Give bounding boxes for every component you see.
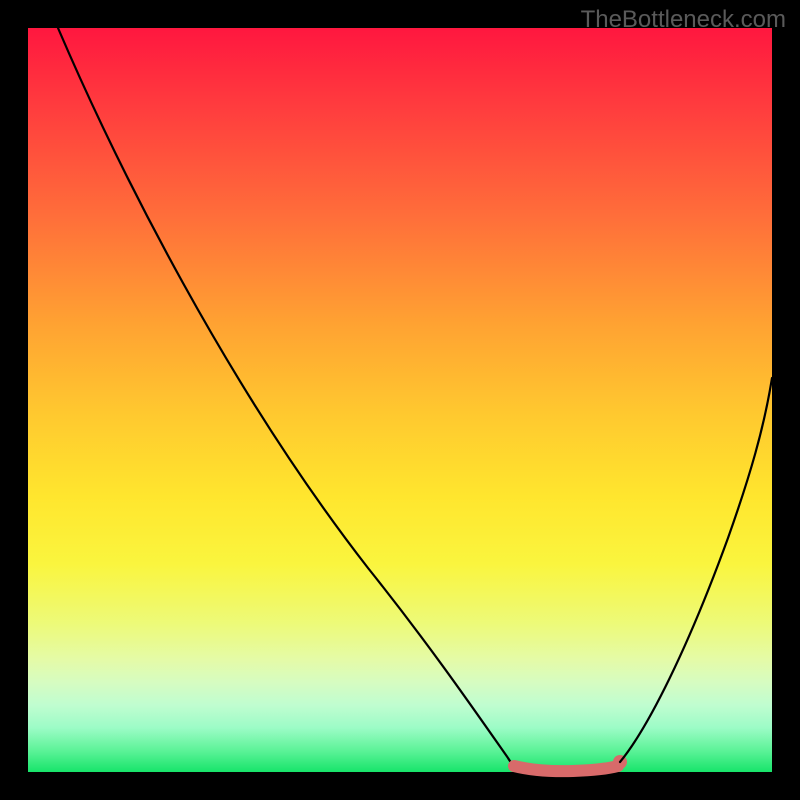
optimum-band — [514, 766, 618, 771]
curve-left-descent — [58, 28, 520, 770]
curve-overlay — [28, 28, 772, 772]
curve-right-ascent — [620, 378, 772, 762]
chart-frame: TheBottleneck.com — [0, 0, 800, 800]
gradient-plot-area — [28, 28, 772, 772]
